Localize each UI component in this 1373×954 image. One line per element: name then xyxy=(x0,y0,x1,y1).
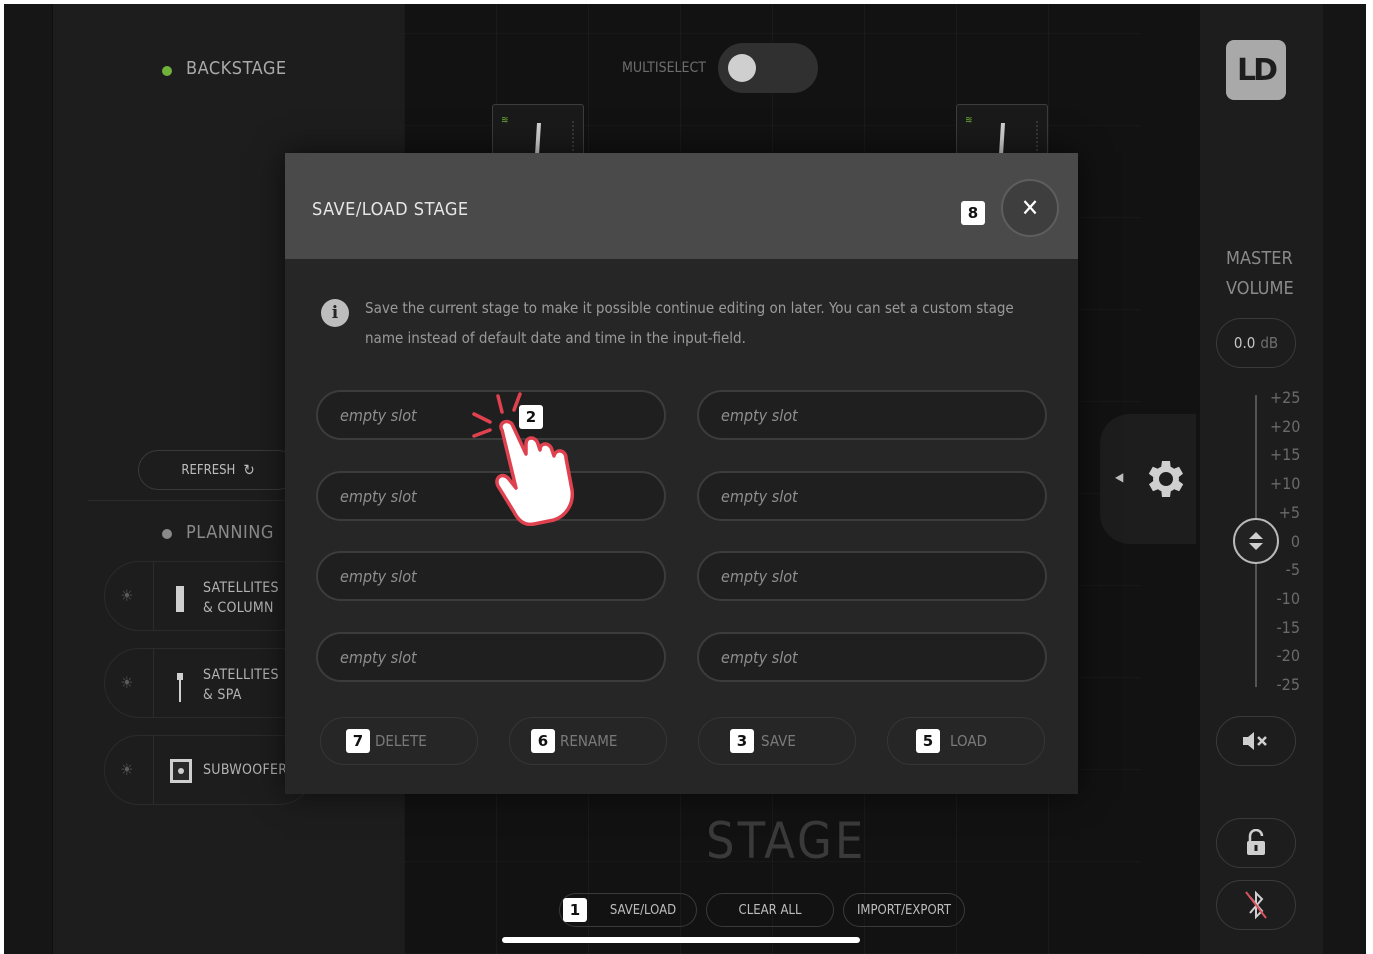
collapse-arrow-icon: ◀ xyxy=(1115,470,1124,484)
step-badge-7: 7 xyxy=(346,729,370,753)
planning-status-dot xyxy=(162,529,172,539)
import-export-label: IMPORT/EXPORT xyxy=(856,902,952,918)
step-badge-2: 2 xyxy=(519,405,543,429)
close-button[interactable]: ✕ xyxy=(1001,179,1059,237)
master-volume-field[interactable]: 0.0 dB xyxy=(1216,318,1296,368)
up-down-arrows-icon xyxy=(1249,532,1263,550)
right-edge xyxy=(1323,4,1366,954)
scale-tick: -25 xyxy=(1276,675,1300,695)
subwoofer-icon xyxy=(170,759,192,783)
device-name: SATELLITES xyxy=(203,667,279,683)
scale-tick: -15 xyxy=(1276,617,1300,637)
identify-icon[interactable]: ☀ xyxy=(115,586,139,610)
stage-slot-7[interactable]: empty slot xyxy=(316,632,666,682)
backstage-status-dot xyxy=(162,66,172,76)
refresh-icon: ↻ xyxy=(243,461,255,479)
speaker-card[interactable]: ≋ xyxy=(956,104,1048,160)
dialog-title: SAVE/LOAD STAGE xyxy=(312,199,469,220)
stage-slot-2[interactable]: empty slot xyxy=(697,390,1047,440)
multiselect-toggle[interactable] xyxy=(718,43,818,93)
column-speaker-icon xyxy=(176,586,184,612)
stage-slot-5[interactable]: empty slot xyxy=(316,551,666,601)
mute-icon xyxy=(1243,732,1267,750)
volume-value: 0.0 xyxy=(1233,334,1256,352)
lock-open-icon xyxy=(1247,829,1265,855)
step-badge-3: 3 xyxy=(730,729,754,753)
info-icon: i xyxy=(321,299,349,327)
delete-button[interactable]: DELETE xyxy=(320,717,478,765)
scale-tick: +5 xyxy=(1278,502,1300,522)
satellite-speaker-icon xyxy=(177,673,183,702)
save-load-dialog: SAVE/LOAD STAGE 8 ✕ i Save the current s… xyxy=(285,153,1078,794)
device-name: SUBWOOFER xyxy=(203,762,288,778)
rename-label: RENAME xyxy=(560,732,618,750)
device-row-satellites-column[interactable]: ☀ SATELLITES & COLUMN xyxy=(104,561,314,631)
step-badge-5: 5 xyxy=(916,729,940,753)
refresh-button[interactable]: REFRESH ↻ xyxy=(138,450,298,490)
load-button[interactable]: LOAD xyxy=(887,717,1045,765)
scale-tick: +25 xyxy=(1270,388,1301,407)
dialog-header: SAVE/LOAD STAGE 8 ✕ xyxy=(285,153,1078,259)
bluetooth-off-icon xyxy=(1245,890,1267,920)
multiselect-label: MULTISELECT xyxy=(622,60,706,76)
home-indicator xyxy=(502,937,860,943)
device-name: SATELLITES xyxy=(203,580,279,596)
scale-tick: -20 xyxy=(1276,646,1300,666)
lock-button[interactable] xyxy=(1216,818,1296,868)
volume-unit: dB xyxy=(1260,334,1279,352)
step-badge-1: 1 xyxy=(563,898,587,922)
stage-slot-8[interactable]: empty slot xyxy=(697,632,1047,682)
close-icon: ✕ xyxy=(1020,194,1040,222)
ld-logo: LD xyxy=(1226,40,1286,100)
device-row-subwoofer[interactable]: ☀ SUBWOOFER xyxy=(104,735,314,805)
delete-label: DELETE xyxy=(375,732,427,750)
svg-text:≋: ≋ xyxy=(965,115,973,126)
stage-title: STAGE xyxy=(706,812,867,870)
scale-tick: +20 xyxy=(1270,416,1301,436)
divider xyxy=(88,500,308,501)
identify-icon[interactable]: ☀ xyxy=(115,760,139,784)
clear-all-button[interactable]: CLEAR ALL xyxy=(706,893,834,927)
scale-tick: +10 xyxy=(1270,474,1301,494)
master-volume-label-2: VOLUME xyxy=(1226,278,1294,299)
speaker-card[interactable]: ≋ xyxy=(492,104,584,160)
save-load-label: SAVE/LOAD xyxy=(609,902,677,918)
svg-text:≋: ≋ xyxy=(501,115,509,126)
scale-tick: -10 xyxy=(1276,588,1300,608)
save-button[interactable]: SAVE xyxy=(698,717,856,765)
scale-tick: -5 xyxy=(1285,560,1300,580)
clear-all-label: CLEAR ALL xyxy=(738,902,802,918)
load-label: LOAD xyxy=(950,732,987,750)
mute-button[interactable] xyxy=(1216,716,1296,766)
bluetooth-button[interactable] xyxy=(1216,880,1296,930)
gear-icon xyxy=(1148,461,1184,497)
settings-tab[interactable]: ◀ xyxy=(1100,414,1196,544)
device-row-satellites-spa[interactable]: ☀ SATELLITES & SPA xyxy=(104,648,314,718)
volume-fader-knob[interactable] xyxy=(1233,518,1279,564)
info-text: Save the current stage to make it possib… xyxy=(365,299,1014,347)
stage-slot-6[interactable]: empty slot xyxy=(697,551,1047,601)
step-badge-8: 8 xyxy=(961,201,985,225)
backstage-label: BACKSTAGE xyxy=(186,58,287,79)
device-subname: & COLUMN xyxy=(203,600,274,616)
refresh-label: REFRESH xyxy=(181,462,236,478)
save-label: SAVE xyxy=(761,732,796,750)
master-volume-label: MASTER xyxy=(1226,248,1293,269)
step-badge-6: 6 xyxy=(531,729,555,753)
import-export-button[interactable]: IMPORT/EXPORT xyxy=(843,893,965,927)
stage-slot-4[interactable]: empty slot xyxy=(697,471,1047,521)
scale-tick: +15 xyxy=(1270,445,1301,465)
device-subname: & SPA xyxy=(203,687,242,703)
toggle-knob xyxy=(728,54,756,82)
identify-icon[interactable]: ☀ xyxy=(115,673,139,697)
planning-label: PLANNING xyxy=(186,522,274,543)
master-panel xyxy=(1200,4,1323,954)
